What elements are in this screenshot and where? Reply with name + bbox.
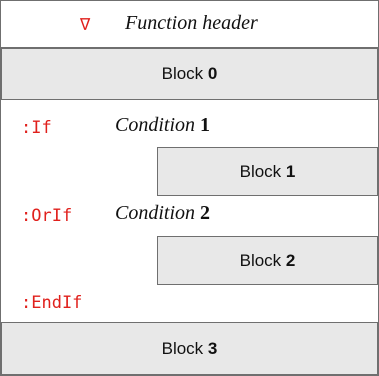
condition-2-word: Condition: [115, 202, 196, 224]
block-1-number: 1: [285, 162, 296, 181]
del-symbol: ∇: [80, 15, 91, 35]
block-2-number: 2: [285, 251, 296, 270]
block-1: Block 1: [157, 147, 378, 196]
endif-keyword: :EndIf: [21, 293, 83, 313]
block-0-number: 0: [207, 64, 218, 83]
block-1-word: Block: [239, 162, 282, 181]
orif-keyword: :OrIf: [21, 206, 73, 226]
block-2-word: Block: [239, 251, 282, 270]
function-header-label: Function header: [125, 12, 258, 34]
if-keyword: :If: [21, 118, 52, 138]
block-2: Block 2: [157, 236, 378, 285]
block-3-number: 3: [207, 339, 218, 358]
condition-1-word: Condition: [115, 114, 196, 136]
block-3: Block 3: [1, 322, 378, 375]
condition-1: Condition 1: [115, 114, 210, 137]
block-3-word: Block: [161, 339, 204, 358]
control-structure-diagram: ∇ Function header Block 0 :If Condition …: [0, 0, 379, 376]
function-header-row: ∇ Function header: [1, 1, 378, 48]
condition-2: Condition 2: [115, 202, 210, 225]
block-0: Block 0: [1, 48, 378, 100]
block-0-word: Block: [161, 64, 204, 83]
condition-1-number: 1: [200, 114, 211, 136]
condition-2-number: 2: [200, 202, 211, 224]
